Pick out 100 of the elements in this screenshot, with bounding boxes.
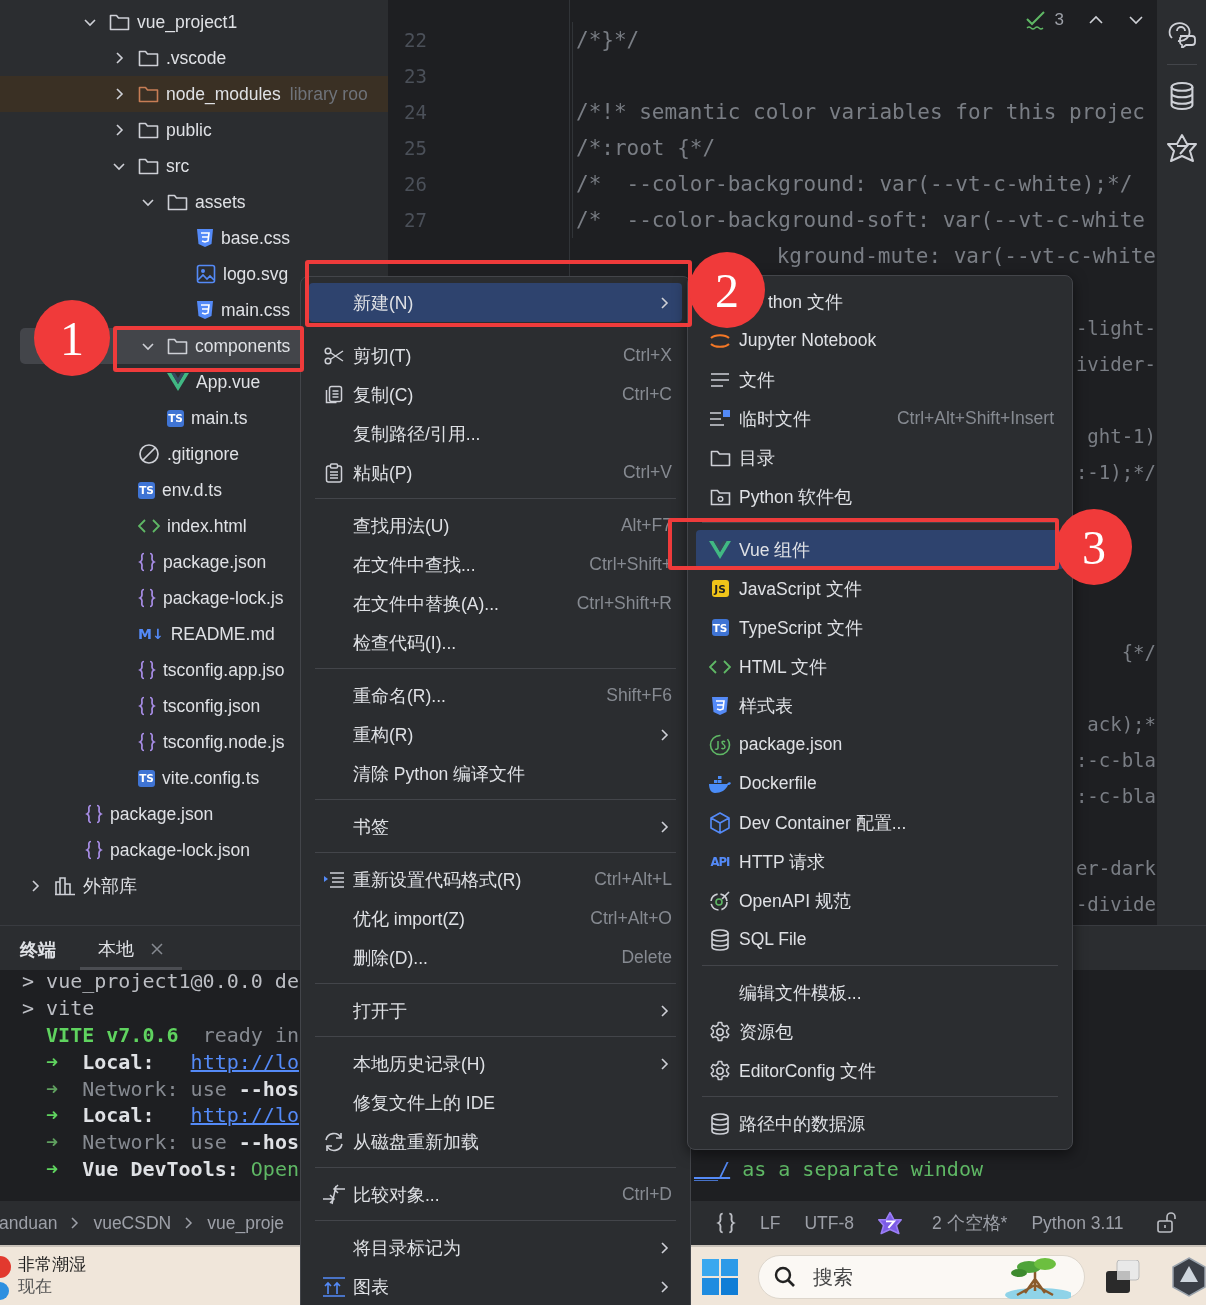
menu-item[interactable]: 比较对象... Ctrl+D bbox=[309, 1175, 682, 1214]
code-text: kground-mute: var(--vt-c-white bbox=[776, 244, 1156, 268]
code-brackets-icon bbox=[138, 518, 160, 534]
code-text: :-c-bla bbox=[1075, 785, 1156, 807]
folder-icon bbox=[138, 121, 159, 139]
menu-item[interactable]: TS TypeScript 文件 bbox=[696, 608, 1064, 647]
menu-item[interactable]: 临时文件 Ctrl+Alt+Shift+Insert bbox=[696, 399, 1064, 438]
indent-setting[interactable]: 2 个空格* bbox=[932, 1211, 1008, 1235]
shortcut-text: Ctrl+C bbox=[621, 384, 672, 405]
menu-item[interactable]: 复制路径/引用... bbox=[309, 414, 682, 453]
braces-icon bbox=[138, 696, 156, 716]
terminal-line: ➜ Local: http://lo bbox=[45, 1103, 300, 1128]
menu-item[interactable]: OpenAPI 规范 bbox=[696, 881, 1064, 920]
css-file-icon bbox=[196, 300, 214, 320]
menu-item[interactable]: 目录 bbox=[696, 438, 1064, 477]
menu-item[interactable]: HTML 文件 bbox=[696, 647, 1064, 686]
breadcrumb-item[interactable]: anduan bbox=[0, 1212, 58, 1234]
menu-item[interactable]: thon 文件 bbox=[768, 282, 1064, 321]
tree-item[interactable]: src bbox=[20, 148, 388, 184]
menu-item[interactable]: 书签 bbox=[309, 807, 682, 846]
shortcut-text: Ctrl+V bbox=[622, 462, 672, 483]
braces-icon bbox=[716, 1212, 736, 1234]
menu-item[interactable]: 重构(R) bbox=[309, 715, 682, 754]
menu-item[interactable]: 路径中的数据源 bbox=[696, 1104, 1064, 1143]
menu-item[interactable]: 重新设置代码格式(R) Ctrl+Alt+L bbox=[309, 860, 682, 899]
tree-item[interactable]: vue_project1 bbox=[20, 4, 388, 40]
menu-item[interactable]: API HTTP 请求 bbox=[696, 842, 1064, 881]
tree-item[interactable]: base.css bbox=[20, 220, 388, 256]
menu-item[interactable]: EditorConfig 文件 bbox=[696, 1051, 1064, 1090]
shortcut-text: Ctrl+X bbox=[622, 345, 672, 366]
shortcut-text: Ctrl+Alt+Shift+Insert bbox=[896, 408, 1054, 429]
reload-icon bbox=[322, 1130, 346, 1153]
unlocked-icon bbox=[1155, 1212, 1176, 1234]
menu-item[interactable]: 复制(C) Ctrl+C bbox=[309, 375, 682, 414]
weather-time: 现在 bbox=[18, 1275, 53, 1297]
terminal-tab[interactable]: 本地 bbox=[80, 930, 182, 970]
compare-arrows-icon bbox=[322, 1182, 346, 1207]
menu-item[interactable]: package.json bbox=[696, 725, 1064, 764]
menu-item[interactable]: Dockerfile bbox=[696, 764, 1064, 803]
menu-item[interactable]: 新建(N) bbox=[309, 283, 682, 322]
code-text: :-1);*/ bbox=[1075, 461, 1156, 483]
menu-item[interactable]: 资源包 bbox=[696, 1012, 1064, 1051]
css-file-icon bbox=[711, 695, 729, 716]
javascript-badge: JS bbox=[711, 580, 729, 597]
folder-icon bbox=[109, 13, 130, 31]
indent-lines-icon bbox=[323, 871, 345, 888]
menu-item[interactable]: 打开于 bbox=[309, 991, 682, 1030]
shortcut-text: Ctrl+D bbox=[621, 1184, 672, 1205]
code-text: /* --color-background: var(--vt-c-white);*/ bbox=[576, 172, 1133, 196]
code-text: /* --color-background-soft: var(--vt-c-white bbox=[576, 208, 1145, 232]
code-brackets-icon bbox=[709, 658, 731, 675]
menu-item[interactable]: Dev Container 配置... bbox=[696, 803, 1064, 842]
folder-icon bbox=[709, 448, 731, 467]
shortcut-text: Ctrl+Shift+ bbox=[589, 554, 672, 575]
library-icon bbox=[54, 876, 76, 896]
menu-item[interactable]: 样式表 bbox=[696, 686, 1064, 725]
tree-item[interactable]: public bbox=[20, 112, 388, 148]
menu-item[interactable]: 将目录标记为 bbox=[309, 1228, 682, 1267]
folder-icon bbox=[138, 157, 159, 175]
menu-item[interactable]: SQL File bbox=[696, 920, 1064, 959]
code-text: ght-1) bbox=[1087, 425, 1156, 447]
breadcrumb-item[interactable]: vue_proje bbox=[207, 1212, 285, 1234]
search-field[interactable]: 搜索 bbox=[758, 1255, 1085, 1299]
menu-item[interactable]: 清除 Python 编译文件 bbox=[309, 754, 682, 793]
line-separator[interactable]: LF bbox=[760, 1212, 781, 1234]
ai-assistant-icon bbox=[1166, 133, 1197, 163]
code-text: -light- bbox=[1075, 317, 1156, 339]
diagram-icon bbox=[322, 1276, 346, 1297]
terminal-line: ➜ Local: http://lo bbox=[45, 1049, 300, 1074]
menu-item[interactable]: 图表 bbox=[309, 1267, 682, 1305]
menu-item[interactable]: 删除(D)... Delete bbox=[309, 938, 682, 977]
menu-item[interactable]: 编辑文件模板... bbox=[696, 973, 1064, 1012]
markdown-label: M↓ bbox=[138, 626, 164, 642]
tree-item[interactable]: assets bbox=[20, 184, 388, 220]
tree-item[interactable]: node_modules library roo bbox=[0, 76, 388, 112]
vue-logo-icon bbox=[167, 372, 189, 392]
next-caret-icon bbox=[1128, 14, 1144, 26]
menu-item[interactable]: 本地历史记录(H) bbox=[309, 1044, 682, 1083]
app-icon bbox=[1171, 1257, 1206, 1297]
terminal-line: __/ as a separate window bbox=[693, 1156, 984, 1181]
menu-item[interactable]: 文件 bbox=[696, 360, 1064, 399]
menu-item[interactable]: 优化 import(Z) Ctrl+Alt+O bbox=[309, 899, 682, 938]
menu-item[interactable]: 从磁盘重新加载 bbox=[309, 1122, 682, 1161]
tree-item[interactable]: .vscode bbox=[20, 40, 388, 76]
menu-item[interactable]: 粘贴(P) Ctrl+V bbox=[309, 453, 682, 492]
close-icon bbox=[150, 941, 164, 956]
braces-icon bbox=[138, 660, 156, 680]
start-menu-icon bbox=[702, 1259, 738, 1295]
menu-item[interactable]: 在文件中查找... Ctrl+Shift+ bbox=[309, 545, 682, 584]
menu-item[interactable]: 在文件中替换(A)... Ctrl+Shift+R bbox=[309, 584, 682, 623]
terminal-line: > vite bbox=[21, 996, 96, 1021]
breadcrumb-item[interactable]: vueCSDN bbox=[93, 1212, 172, 1234]
python-interpreter[interactable]: Python 3.11 bbox=[1031, 1212, 1124, 1234]
image-file-icon bbox=[196, 264, 216, 284]
ai-assistant-icon bbox=[878, 1211, 902, 1235]
previous-caret-icon bbox=[1088, 14, 1104, 26]
menu-item[interactable]: 修复文件上的 IDE bbox=[309, 1083, 682, 1122]
code-text: /*:root {*/ bbox=[576, 136, 716, 160]
shortcut-text: Ctrl+Shift+R bbox=[576, 593, 672, 614]
file-encoding[interactable]: UTF-8 bbox=[804, 1212, 854, 1234]
